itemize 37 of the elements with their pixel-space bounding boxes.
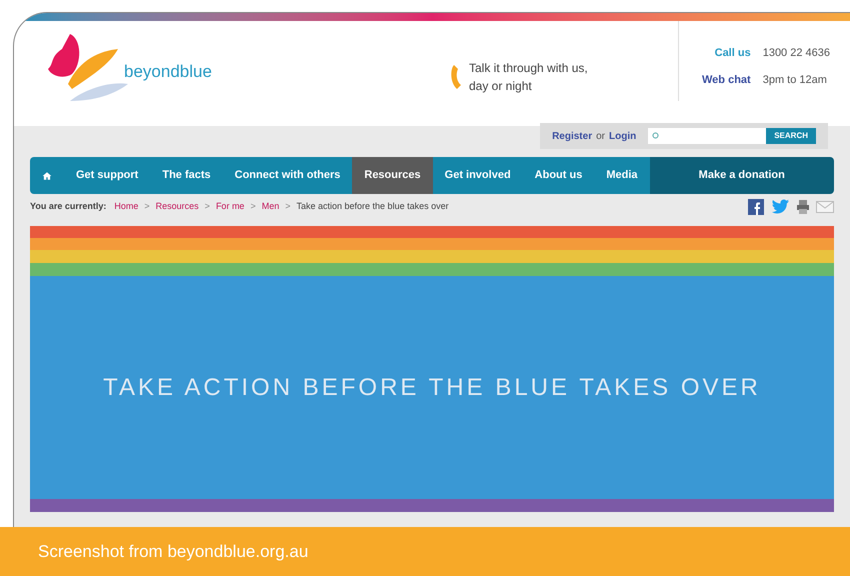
breadcrumb-separator: >: [250, 200, 256, 214]
web-chat-link[interactable]: Web chat: [694, 72, 751, 88]
bird-icon[interactable]: [770, 199, 790, 215]
banner-title: TAKE ACTION BEFORE THE BLUE TAKES OVER: [103, 372, 761, 402]
nav-tab[interactable]: Make a donation: [650, 157, 834, 194]
breadcrumb-separator: >: [285, 200, 290, 214]
nav-tab[interactable]: Get support: [64, 157, 150, 194]
breadcrumb-separator: >: [144, 200, 150, 214]
breadcrumb-label: You are currently:: [30, 200, 106, 214]
logo-text: beyondblue: [124, 61, 212, 84]
search-field[interactable]: [648, 128, 766, 144]
breadcrumb-link[interactable]: Home: [114, 200, 138, 214]
login-link[interactable]: Login: [609, 128, 636, 144]
search-button[interactable]: SEARCH: [766, 128, 816, 144]
nav-tab[interactable]: Connect with others: [222, 157, 352, 194]
breadcrumb-link[interactable]: Resources: [156, 200, 199, 214]
search-icon: [652, 132, 660, 140]
call-link[interactable]: Call us: [694, 45, 751, 62]
nav-tab[interactable]: Get involved: [432, 157, 523, 194]
printer-icon[interactable]: [796, 199, 810, 215]
tagline: Talk it through with us, day or night: [469, 60, 589, 95]
nav-tab[interactable]: The facts: [150, 157, 223, 194]
breadcrumb-current: Take action before the blue takes over: [296, 200, 449, 214]
nav-tab[interactable]: Resources: [352, 157, 433, 194]
breadcrumb-link[interactable]: For me: [216, 200, 244, 214]
contact-detail: 1300 22 4636: [762, 46, 830, 61]
nav-tab[interactable]: Media: [594, 157, 650, 194]
caption: Screenshot from beyondblue.org.au: [38, 540, 308, 563]
facebook-icon[interactable]: [748, 199, 764, 215]
nav-tab[interactable]: About us: [522, 157, 594, 194]
phone-icon: [450, 65, 461, 89]
breadcrumb-separator: >: [204, 200, 210, 214]
home-tab[interactable]: [30, 157, 64, 194]
register-link[interactable]: Register: [552, 128, 592, 144]
contact-detail: 3pm to 12am: [762, 72, 827, 88]
or-text: or: [596, 130, 605, 144]
breadcrumb-link[interactable]: Men: [262, 200, 280, 214]
